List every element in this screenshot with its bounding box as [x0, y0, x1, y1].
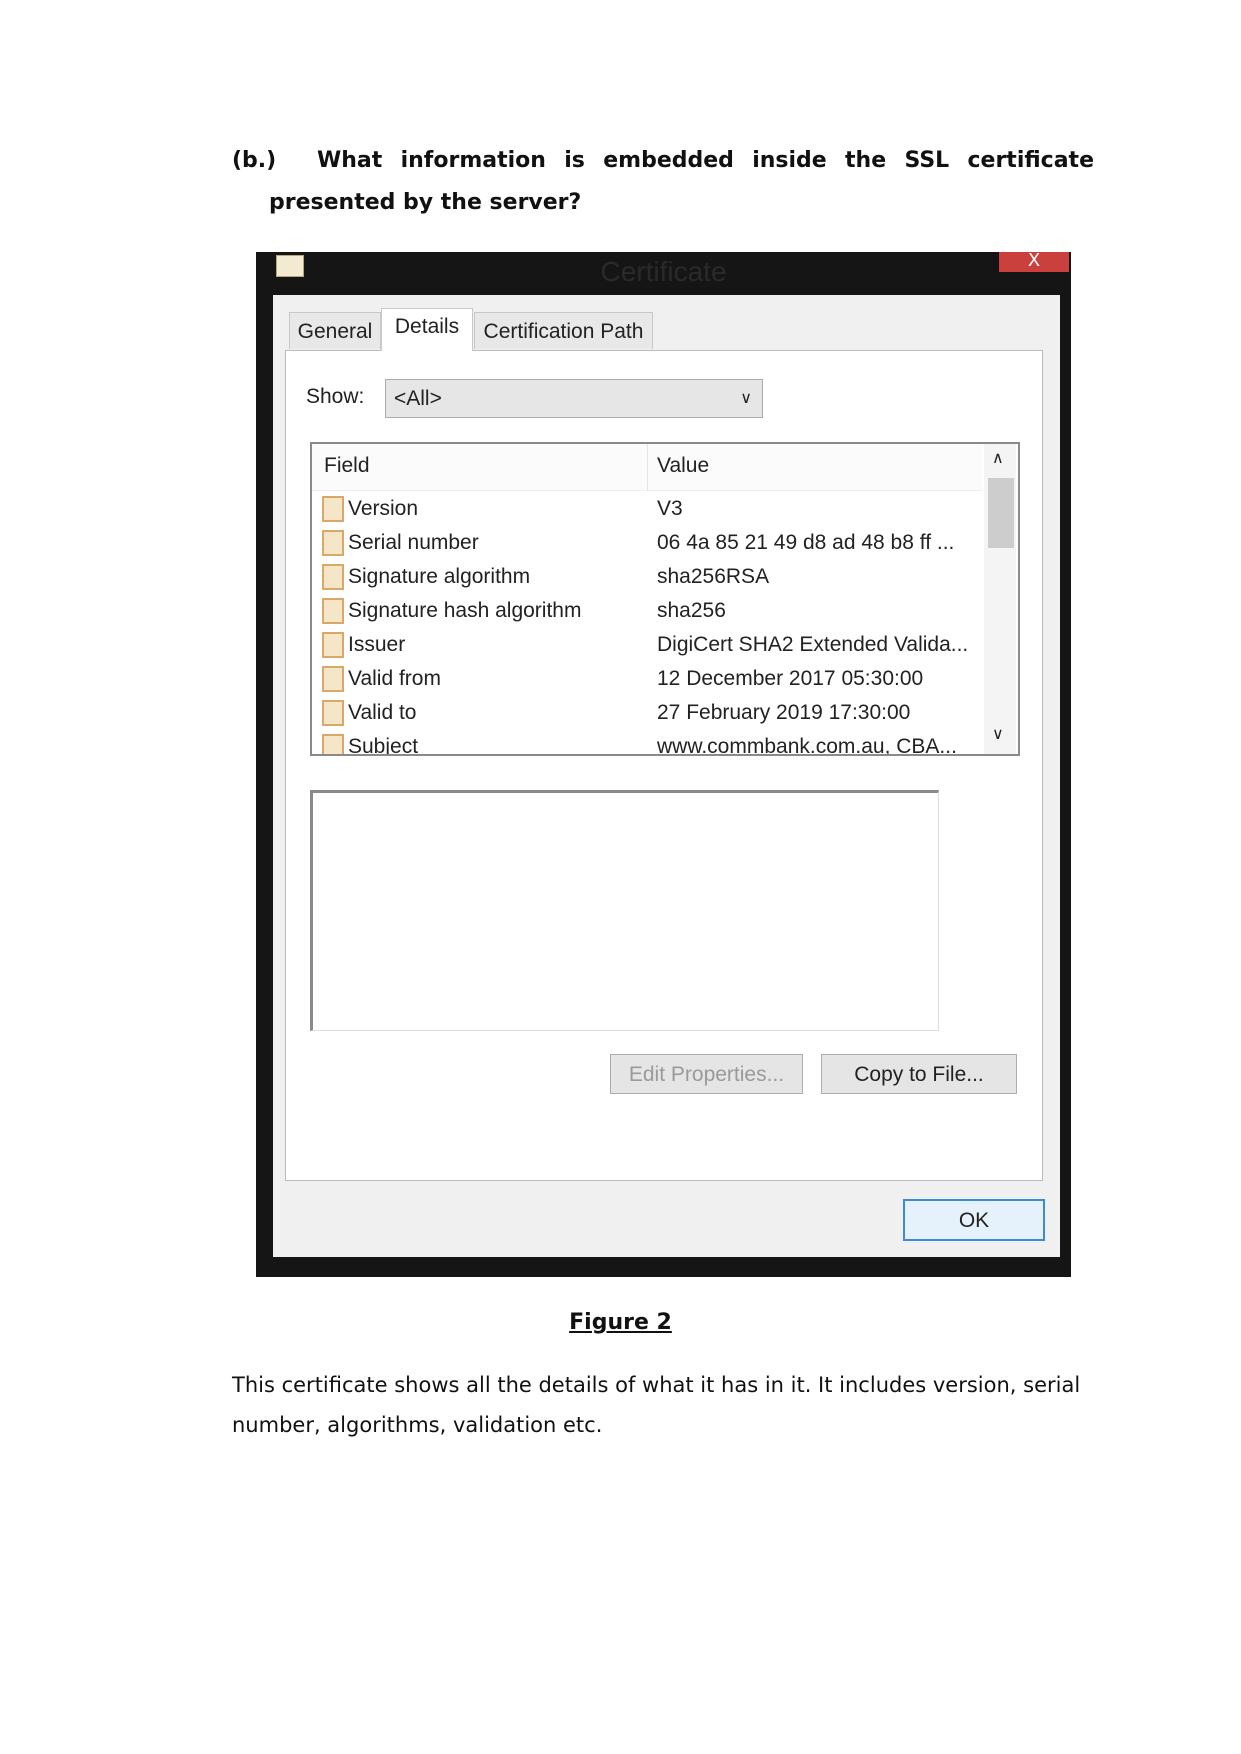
list-row[interactable]: Valid from 12 December 2017 05:30:00	[312, 662, 982, 696]
row-field: Signature algorithm	[348, 565, 531, 588]
details-panel: Show: <All> ∨ Field Value Version V3 Seria…	[285, 350, 1043, 1181]
question-line1: What information is embedded inside the …	[317, 148, 1094, 173]
scroll-down-icon[interactable]: ∨	[992, 724, 1004, 744]
row-field: Valid from	[348, 667, 441, 690]
document-page: (b.) What information is embedded inside…	[0, 0, 1241, 1754]
scrollbar-thumb[interactable]	[988, 478, 1014, 548]
list-row[interactable]: Subject www.commbank.com.au, CBA...	[312, 730, 982, 756]
row-value: 27 February 2019 17:30:00	[657, 701, 911, 724]
row-value: sha256RSA	[657, 565, 770, 588]
row-value: 12 December 2017 05:30:00	[657, 667, 924, 690]
row-value: www.commbank.com.au, CBA...	[657, 735, 957, 756]
close-button[interactable]: X	[999, 252, 1069, 272]
row-value: V3	[657, 497, 683, 520]
tab-certification-path[interactable]: Certification Path	[474, 312, 653, 349]
certificate-field-icon	[322, 496, 344, 522]
certificate-field-icon	[322, 666, 344, 692]
row-field: Signature hash algorithm	[348, 599, 582, 622]
tab-general[interactable]: General	[289, 312, 381, 349]
question-line2: presented by the server?	[269, 190, 582, 215]
show-select-value: <All>	[394, 387, 442, 410]
certificate-field-icon	[322, 598, 344, 624]
row-field: Serial number	[348, 531, 479, 554]
column-header-value[interactable]: Value	[657, 454, 709, 478]
column-divider	[647, 444, 648, 490]
row-field: Subject	[348, 735, 419, 756]
show-label: Show:	[306, 385, 365, 408]
dialog-title: Certificate	[600, 256, 727, 287]
certificate-dialog: Certificate X General Details Certificat…	[256, 252, 1071, 1277]
row-field: Version	[348, 497, 419, 520]
ok-button[interactable]: OK	[903, 1199, 1045, 1241]
scroll-up-icon[interactable]: ∧	[992, 448, 1004, 468]
list-row[interactable]: Issuer DigiCert SHA2 Extended Valida...	[312, 628, 982, 662]
certificate-field-icon	[322, 564, 344, 590]
list-row[interactable]: Signature algorithm sha256RSA	[312, 560, 982, 594]
list-row[interactable]: Version V3	[312, 492, 982, 526]
field-value-textarea[interactable]	[310, 790, 939, 1031]
figure-caption: Figure 2	[569, 1310, 672, 1335]
certificate-field-icon	[322, 530, 344, 556]
edit-properties-button[interactable]: Edit Properties...	[610, 1054, 803, 1094]
certificate-app-icon	[276, 255, 304, 277]
tab-details[interactable]: Details	[381, 308, 473, 351]
certificate-field-icon	[322, 632, 344, 658]
body-paragraph: This certificate shows all the details o…	[232, 1373, 1081, 1437]
question-label: (b.)	[232, 148, 277, 173]
row-field: Valid to	[348, 701, 417, 724]
certificate-field-icon	[322, 734, 344, 754]
certificate-field-icon	[322, 700, 344, 726]
list-row[interactable]: Valid to 27 February 2019 17:30:00	[312, 696, 982, 730]
row-field: Issuer	[348, 633, 406, 656]
row-value: DigiCert SHA2 Extended Valida...	[657, 633, 969, 656]
list-header: Field Value	[312, 444, 982, 491]
vertical-scrollbar[interactable]: ∧ ∨	[984, 444, 1016, 754]
list-row[interactable]: Serial number 06 4a 85 21 49 d8 ad 48 b8 …	[312, 526, 982, 560]
row-value: 06 4a 85 21 49 d8 ad 48 b8 ff ...	[657, 531, 955, 554]
column-header-field[interactable]: Field	[324, 454, 370, 478]
copy-to-file-button[interactable]: Copy to File...	[821, 1054, 1017, 1094]
show-select[interactable]: <All> ∨	[385, 379, 763, 418]
fields-list[interactable]: Field Value Version V3 Serial number 06 4a …	[310, 442, 1020, 756]
dialog-body: General Details Certification Path Show:…	[273, 295, 1060, 1257]
chevron-down-icon: ∨	[740, 390, 752, 407]
list-row[interactable]: Signature hash algorithm sha256	[312, 594, 982, 628]
row-value: sha256	[657, 599, 726, 622]
